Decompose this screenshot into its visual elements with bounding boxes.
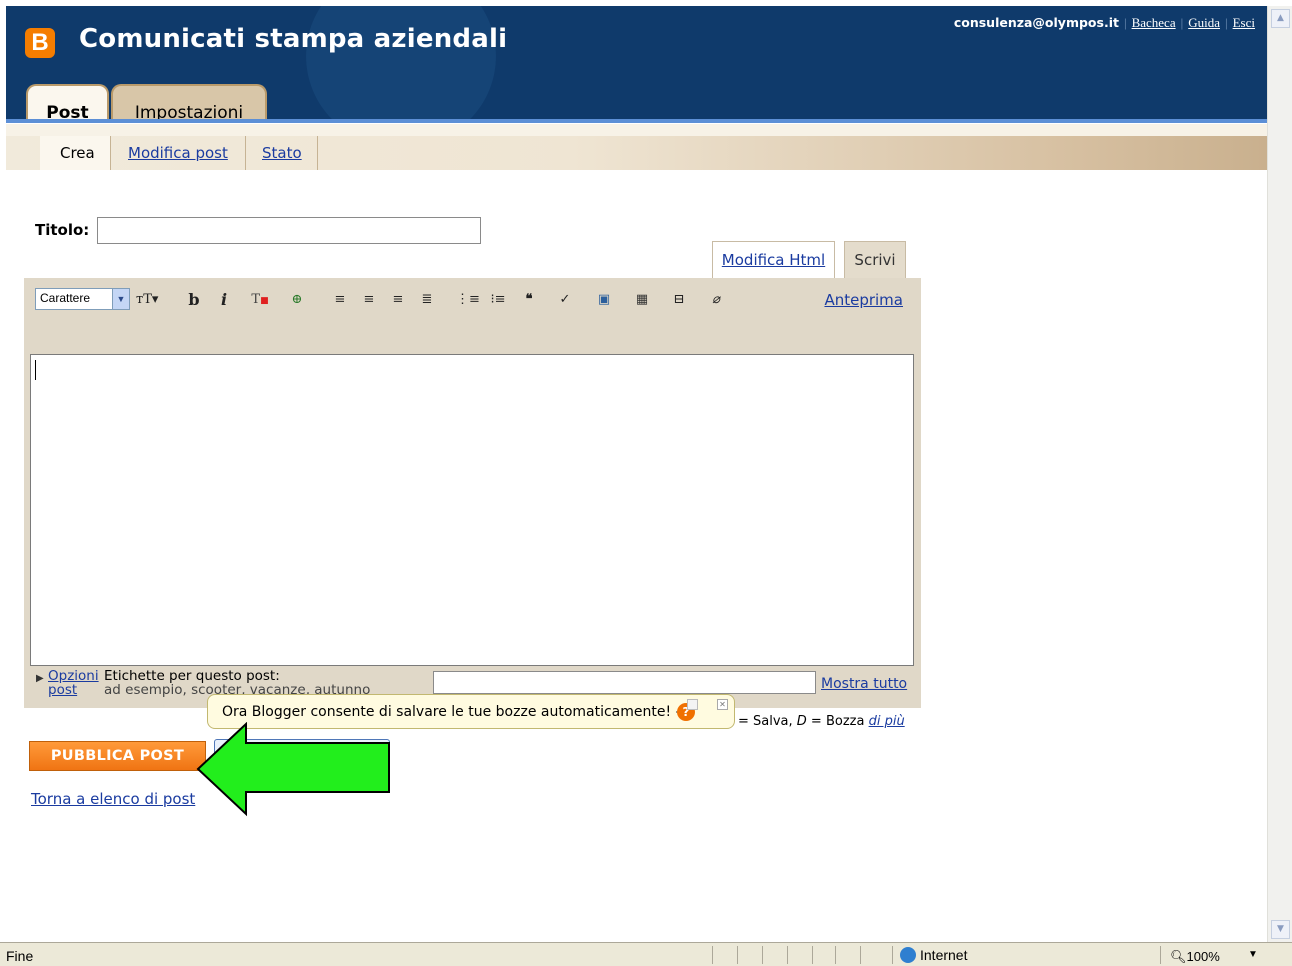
spellcheck-icon[interactable]: ✓ <box>554 289 576 311</box>
globe-icon <box>900 947 916 963</box>
text-color-icon[interactable]: T■ <box>249 289 271 311</box>
tab-post[interactable]: Post <box>26 84 109 122</box>
text-caret <box>35 360 36 380</box>
align-center-icon[interactable]: ≡ <box>358 289 380 311</box>
image-icon[interactable]: ▣ <box>593 289 615 311</box>
blog-title: Comunicati stampa aziendali <box>79 24 508 54</box>
font-select[interactable]: Carattere ▼ <box>35 288 130 310</box>
font-select-value: Carattere <box>40 291 91 305</box>
link-icon[interactable]: ⊕ <box>286 289 308 311</box>
bullet-list-icon[interactable]: ⁝≡ <box>487 289 509 311</box>
numbered-list-icon[interactable]: ⋮≡ <box>456 289 480 311</box>
zoom-level[interactable]: 🔍︎100% <box>1170 949 1220 965</box>
back-to-posts-link[interactable]: Torna a elenco di post <box>31 790 195 808</box>
tab-compose[interactable]: Scrivi <box>844 241 906 279</box>
keyboard-shortcuts-hint: = Salva, D = Bozza di più <box>738 714 905 729</box>
tab-settings[interactable]: Impostazioni <box>111 84 267 122</box>
subnav-create[interactable]: Crea <box>40 136 111 170</box>
user-email: consulenza@olympos.it <box>953 15 1119 30</box>
green-arrow-annotation <box>196 722 390 817</box>
scroll-down-icon[interactable]: ▼ <box>1271 920 1290 939</box>
subnav: Crea Modifica post Stato <box>6 124 1267 170</box>
italic-icon[interactable]: i <box>213 289 235 311</box>
blockquote-icon[interactable]: ❝ <box>518 289 540 311</box>
show-all-labels-link[interactable]: Mostra tutto <box>821 676 907 692</box>
status-text: Fine <box>6 948 34 964</box>
justify-icon[interactable]: ≣ <box>416 289 438 311</box>
align-left-icon[interactable]: ≡ <box>329 289 351 311</box>
remove-format-icon[interactable]: ⌀ <box>705 289 727 311</box>
expand-triangle-icon[interactable]: ▶ <box>36 673 44 684</box>
blogger-logo-icon[interactable]: B <box>25 28 55 58</box>
title-input[interactable] <box>97 217 481 244</box>
post-options-link[interactable]: Opzioni post <box>48 669 99 697</box>
title-label: Titolo: <box>35 221 90 239</box>
subnav-status[interactable]: Stato <box>246 136 318 170</box>
labels-input[interactable] <box>433 671 816 694</box>
zoom-dropdown-icon[interactable]: ▼ <box>1248 949 1258 960</box>
labels-caption: Etichette per questo post: ad esempio, s… <box>104 669 370 697</box>
preview-link[interactable]: Anteprima <box>824 291 903 309</box>
dashboard-link[interactable]: Bacheca <box>1132 15 1176 30</box>
publish-post-button[interactable]: PUBBLICA POST <box>29 741 206 771</box>
vertical-scrollbar[interactable]: ▲ ▼ <box>1267 6 1292 942</box>
tooltip-text: Ora Blogger consente di salvare le tue b… <box>222 704 683 720</box>
subnav-edit-posts[interactable]: Modifica post <box>112 136 246 170</box>
minimize-icon[interactable] <box>687 699 698 710</box>
bold-icon[interactable]: b <box>183 289 205 311</box>
post-body-editor[interactable] <box>30 354 914 666</box>
more-info-link[interactable]: di più <box>869 714 905 729</box>
chevron-down-icon: ▼ <box>112 289 129 309</box>
post-editor: Carattere ▼ тT▾ b i T■ ⊕ ≡ ≡ ≡ ≣ ⋮≡ ⁝≡ ❝… <box>24 278 921 708</box>
video-icon[interactable]: ▦ <box>631 289 653 311</box>
security-zone: Internet <box>900 947 967 963</box>
account-links: consulenza@olympos.it | Bacheca | Guida | Esci <box>953 15 1255 30</box>
tab-edit-html[interactable]: Modifica Html <box>712 241 835 279</box>
signout-link[interactable]: Esci <box>1233 15 1255 30</box>
jump-break-icon[interactable]: ⊟ <box>668 289 690 311</box>
align-right-icon[interactable]: ≡ <box>387 289 409 311</box>
close-icon[interactable]: ✕ <box>717 699 728 710</box>
blog-header: B Comunicati stampa aziendali consulenza… <box>6 6 1267 122</box>
help-link[interactable]: Guida <box>1188 15 1220 30</box>
header-divider <box>6 119 1267 123</box>
editor-toolbar: Carattere ▼ тT▾ b i T■ ⊕ ≡ ≡ ≡ ≣ ⋮≡ ⁝≡ ❝… <box>24 278 921 354</box>
browser-status-bar: Fine Internet 🔍︎100% ▼ <box>0 942 1292 966</box>
scroll-up-icon[interactable]: ▲ <box>1271 9 1290 28</box>
font-size-icon[interactable]: тT▾ <box>136 289 158 311</box>
